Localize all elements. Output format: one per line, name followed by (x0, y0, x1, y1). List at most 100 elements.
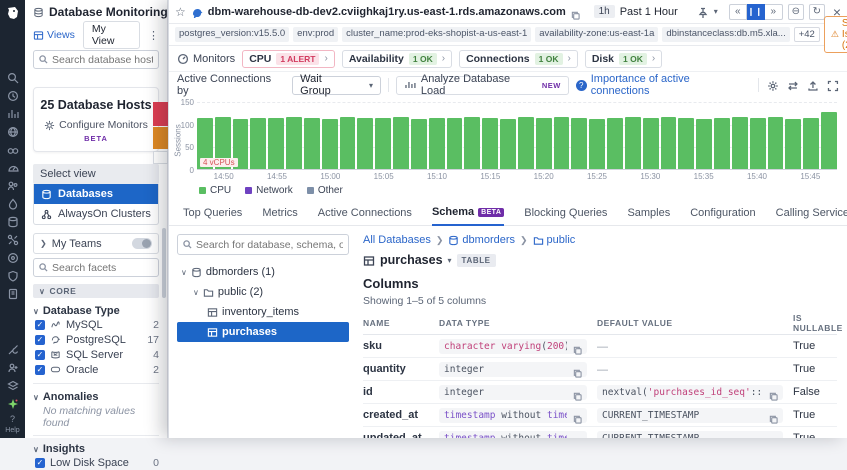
monitor-pill-availability[interactable]: Availability1 OK› (342, 50, 452, 68)
time-range-label[interactable]: Past 1 Hour (620, 6, 678, 18)
pause-button[interactable]: ❙❙ (747, 4, 765, 20)
integrations-icon[interactable] (7, 233, 19, 245)
copy-icon[interactable] (769, 388, 778, 397)
invite-user-icon[interactable] (7, 361, 19, 373)
bits-ai-icon[interactable] (7, 397, 19, 409)
zoom-out-button[interactable]: ⊖ (788, 4, 804, 20)
copy-icon[interactable] (571, 7, 580, 16)
host-tag[interactable]: +42 (794, 27, 820, 42)
help-link[interactable]: ?Help (5, 414, 19, 435)
monitor-pill-connections[interactable]: Connections1 OK› (459, 50, 578, 68)
tab-top-queries[interactable]: Top Queries (183, 206, 242, 225)
monitor-pill-cpu[interactable]: CPU1 ALERT› (242, 50, 335, 68)
facet-group-insights[interactable]: ∨ Insights (33, 443, 159, 455)
time-forward-button[interactable]: » (765, 4, 783, 20)
checkbox-checked[interactable]: ✓ (35, 365, 45, 375)
view-options-menu[interactable]: ⋮ (148, 29, 159, 42)
tab-schema[interactable]: SchemaBETA (432, 206, 504, 226)
copy-icon[interactable] (573, 411, 582, 420)
tab-samples[interactable]: Samples (627, 206, 670, 225)
views-button[interactable]: Views (33, 29, 75, 41)
facet-mysql[interactable]: ✓MySQL2 (25, 317, 167, 332)
host-tag[interactable]: cluster_name:prod-eks-shopist-a-us-east-… (342, 27, 531, 42)
tab-my-view[interactable]: My View (83, 21, 140, 49)
copy-icon[interactable] (573, 365, 582, 374)
view-option-alwayson-clusters[interactable]: AlwaysOn Clusters (34, 204, 158, 224)
legend-item-other[interactable]: Other (307, 185, 343, 196)
infrastructure-icon[interactable] (7, 125, 19, 137)
checkbox-checked[interactable]: ✓ (35, 335, 45, 345)
facet-postgresql[interactable]: ✓PostgreSQL17 (25, 332, 167, 347)
wait-group-select[interactable]: Wait Group ▾ (292, 76, 381, 95)
pin-icon[interactable] (697, 6, 709, 18)
tab-blocking-queries[interactable]: Blocking Queries (524, 206, 607, 225)
search-database-hosts-field[interactable] (52, 54, 153, 66)
export-icon[interactable] (807, 79, 819, 91)
legend-item-cpu[interactable]: CPU (199, 185, 231, 196)
facet-oracle[interactable]: ✓Oracle2 (25, 362, 167, 377)
chevron-down-icon[interactable]: ▾ (714, 7, 718, 16)
notebooks-icon[interactable] (7, 287, 19, 299)
tab-configuration[interactable]: Configuration (690, 206, 755, 225)
organization-icon[interactable] (7, 379, 19, 391)
history-icon[interactable] (7, 89, 19, 101)
copy-icon[interactable] (573, 388, 582, 397)
breadcrumb-all-databases[interactable]: All Databases (363, 234, 431, 246)
copy-icon[interactable] (573, 434, 582, 439)
breadcrumb-schema[interactable]: public (533, 234, 576, 246)
checkbox-checked[interactable]: ✓ (35, 458, 45, 468)
monitors-icon[interactable] (7, 161, 19, 173)
dbm-icon[interactable] (7, 215, 19, 227)
host-tag[interactable]: postgres_version:v15.5.0 (175, 27, 289, 42)
refresh-button[interactable]: ↻ (809, 4, 825, 20)
view-option-databases[interactable]: Databases (34, 184, 158, 204)
search-icon[interactable] (7, 71, 19, 83)
configure-monitors-button[interactable]: Configure Monitors (38, 119, 154, 131)
my-teams-toggle[interactable] (132, 238, 152, 249)
search-facets-field[interactable] (52, 262, 153, 274)
facet-sql-server[interactable]: ✓SQL Server4 (25, 347, 167, 362)
host-tag[interactable]: env:prod (293, 27, 338, 42)
chevron-down-icon[interactable]: ▾ (448, 256, 452, 265)
settings-wrench-icon[interactable] (7, 343, 19, 355)
tab-metrics[interactable]: Metrics (262, 206, 297, 225)
checkbox-checked[interactable]: ✓ (35, 320, 45, 330)
host-tag[interactable]: dbinstanceclass:db.m5.xla... (662, 27, 789, 42)
sidebar-scrollbar[interactable] (162, 228, 166, 298)
tree-node-public[interactable]: ∨ public (2) (177, 282, 349, 302)
tab-calling-services[interactable]: Calling Services (776, 206, 847, 225)
tree-node-dbmorders[interactable]: ∨ dbmorders (1) (177, 262, 349, 282)
breadcrumb-database[interactable]: dbmorders (448, 234, 515, 246)
tree-search-input[interactable] (177, 234, 349, 255)
synthetics-icon[interactable] (7, 251, 19, 263)
tab-active-connections[interactable]: Active Connections (318, 206, 412, 225)
teams-icon[interactable] (7, 179, 19, 191)
datadog-logo[interactable] (5, 5, 21, 21)
apm-icon[interactable] (7, 197, 19, 209)
watchdog-icon[interactable] (7, 143, 19, 155)
facet-group-anomalies[interactable]: ∨ Anomalies (33, 391, 159, 403)
dashboards-icon[interactable] (7, 107, 19, 119)
facet-low-disk-space[interactable]: ✓ Low Disk Space 0 (25, 455, 167, 470)
monitor-pill-disk[interactable]: Disk1 OK› (585, 50, 662, 68)
my-teams-filter[interactable]: ❯ My Teams (33, 233, 159, 254)
host-tag[interactable]: availability-zone:us-east-1a (535, 27, 658, 42)
analyze-database-load-button[interactable]: Analyze Database Load NEW (396, 76, 569, 95)
split-graph-icon[interactable] (787, 79, 799, 91)
search-database-hosts-input[interactable] (33, 50, 159, 69)
facet-group-database-type[interactable]: ∨ Database Type (33, 305, 159, 317)
copy-icon[interactable] (769, 411, 778, 420)
favorite-star-icon[interactable]: ☆ (175, 5, 186, 19)
security-icon[interactable] (7, 269, 19, 281)
time-back-button[interactable]: « (729, 4, 747, 20)
importance-link[interactable]: ? Importance of active connections (576, 73, 751, 97)
checkbox-checked[interactable]: ✓ (35, 350, 45, 360)
tree-node-purchases[interactable]: purchases (177, 322, 349, 342)
copy-icon[interactable] (769, 434, 778, 439)
legend-item-network[interactable]: Network (245, 185, 293, 196)
search-facets-input[interactable] (33, 258, 159, 277)
tree-node-inventory-items[interactable]: inventory_items (177, 302, 349, 322)
gear-icon[interactable] (767, 79, 779, 91)
copy-icon[interactable] (573, 342, 582, 351)
tree-search-field[interactable] (196, 239, 343, 251)
